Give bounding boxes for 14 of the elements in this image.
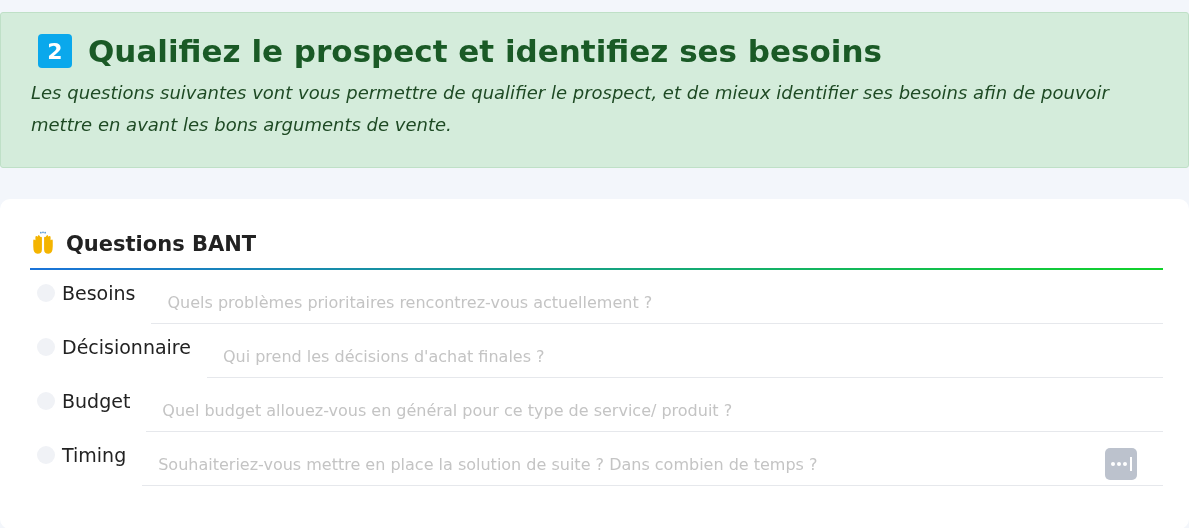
section-title: Questions BANT xyxy=(66,232,257,256)
banner-title: Qualifiez le prospect et identifiez ses besoins xyxy=(88,33,882,69)
input-field[interactable]: Souhaiteriez-vous mettre en place la solution de suite ? Dans combien de temps ? xyxy=(142,443,1105,474)
step-number-badge: 2 xyxy=(38,34,72,68)
question-label: Décisionnaire xyxy=(62,336,191,358)
question-label: Budget xyxy=(62,390,131,412)
input-field[interactable]: Quels problèmes prioritaires rencontrez-vous actuellement ? xyxy=(151,281,1163,312)
question-label: Besoins xyxy=(62,282,136,304)
input-field[interactable]: Quel budget allouez-vous en général pour ce type de service/ produit ? xyxy=(146,389,1163,420)
autofill-icon[interactable] xyxy=(1105,447,1137,480)
banner-description: Les questions suivantes vont vous permettre de qualifier le prospect, et de mieux identifier ses besoins afin de pouvoir mettre en avant les bons arguments de vente. xyxy=(31,81,1111,137)
input-field[interactable]: Qui prend les décisions d'achat finales ? xyxy=(206,335,1163,366)
raised-hands-icon xyxy=(30,231,56,257)
question-label: Timing xyxy=(62,444,127,466)
